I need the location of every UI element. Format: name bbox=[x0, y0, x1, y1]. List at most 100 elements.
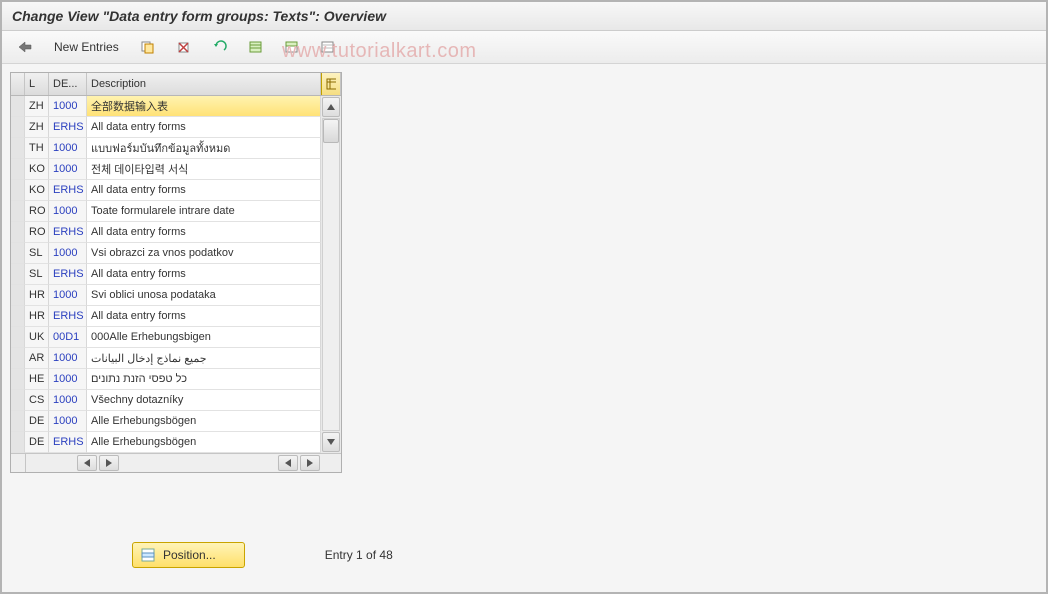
table-row[interactable]: UK00D1000Alle Erhebungsbigen bbox=[11, 327, 321, 348]
row-selector[interactable] bbox=[11, 327, 25, 348]
scroll-left-end-button[interactable] bbox=[278, 455, 298, 471]
cell-de: 1000 bbox=[49, 285, 87, 306]
table-row[interactable]: ROERHSAll data entry forms bbox=[11, 222, 321, 243]
scroll-up-button[interactable] bbox=[322, 97, 340, 117]
position-label: Position... bbox=[163, 548, 216, 562]
row-selector[interactable] bbox=[11, 411, 25, 432]
row-selector[interactable] bbox=[11, 96, 25, 117]
toggle-button[interactable] bbox=[10, 35, 40, 59]
row-selector[interactable] bbox=[11, 180, 25, 201]
cell-description[interactable]: Alle Erhebungsbögen bbox=[87, 432, 321, 453]
table-row[interactable]: ZH1000全部数据输入表 bbox=[11, 96, 321, 117]
col-language[interactable]: L bbox=[25, 73, 49, 95]
entry-counter: Entry 1 of 48 bbox=[325, 548, 393, 562]
cell-description[interactable]: 000Alle Erhebungsbigen bbox=[87, 327, 321, 348]
cell-de: 1000 bbox=[49, 243, 87, 264]
cell-language: SL bbox=[25, 264, 49, 285]
cell-description[interactable]: Vsi obrazci za vnos podatkov bbox=[87, 243, 321, 264]
table-row[interactable]: AR1000جميع نماذج إدخال البيانات bbox=[11, 348, 321, 369]
cell-description[interactable]: All data entry forms bbox=[87, 306, 321, 327]
undo-button[interactable] bbox=[205, 35, 235, 59]
table-row[interactable]: DEERHSAlle Erhebungsbögen bbox=[11, 432, 321, 453]
scroll-right-end-button[interactable] bbox=[300, 455, 320, 471]
cell-description[interactable]: All data entry forms bbox=[87, 180, 321, 201]
table-row[interactable]: ZHERHSAll data entry forms bbox=[11, 117, 321, 138]
cell-description[interactable]: Všechny dotazníky bbox=[87, 390, 321, 411]
cell-language: SL bbox=[25, 243, 49, 264]
table-header-row: L DE... Description bbox=[11, 73, 341, 96]
cell-de: 00D1 bbox=[49, 327, 87, 348]
row-selector[interactable] bbox=[11, 201, 25, 222]
row-selector[interactable] bbox=[11, 306, 25, 327]
cell-de: ERHS bbox=[49, 117, 87, 138]
cell-de: 1000 bbox=[49, 138, 87, 159]
horizontal-scrollbar[interactable] bbox=[11, 453, 341, 472]
copy-as-button[interactable] bbox=[133, 35, 163, 59]
table-row[interactable]: SL1000Vsi obrazci za vnos podatkov bbox=[11, 243, 321, 264]
new-entries-button[interactable]: New Entries bbox=[46, 36, 127, 58]
col-de[interactable]: DE... bbox=[49, 73, 87, 95]
cell-language: RO bbox=[25, 222, 49, 243]
col-select[interactable] bbox=[11, 73, 25, 95]
row-selector[interactable] bbox=[11, 117, 25, 138]
cell-description[interactable]: Alle Erhebungsbögen bbox=[87, 411, 321, 432]
table-row[interactable]: HR1000Svi oblici unosa podataka bbox=[11, 285, 321, 306]
table-row[interactable]: TH1000แบบฟอร์มบันทึกข้อมูลทั้งหมด bbox=[11, 138, 321, 159]
scroll-thumb[interactable] bbox=[323, 119, 339, 143]
row-selector[interactable] bbox=[11, 264, 25, 285]
table-row[interactable]: RO1000Toate formularele intrare date bbox=[11, 201, 321, 222]
row-selector[interactable] bbox=[11, 348, 25, 369]
delete-button[interactable] bbox=[169, 35, 199, 59]
row-selector[interactable] bbox=[11, 285, 25, 306]
table-row[interactable]: KO1000전체 데이타입력 서식 bbox=[11, 159, 321, 180]
row-selector[interactable] bbox=[11, 138, 25, 159]
scroll-right-button[interactable] bbox=[99, 455, 119, 471]
deselect-all-button[interactable] bbox=[313, 35, 343, 59]
cell-description[interactable]: 全部数据输入表 bbox=[87, 96, 321, 117]
cell-de: 1000 bbox=[49, 159, 87, 180]
cell-de: ERHS bbox=[49, 180, 87, 201]
app-window: Change View "Data entry form groups: Tex… bbox=[0, 0, 1048, 594]
cell-description[interactable]: 전체 데이타입력 서식 bbox=[87, 159, 321, 180]
vertical-scrollbar[interactable] bbox=[321, 96, 341, 453]
select-all-button[interactable] bbox=[241, 35, 271, 59]
row-selector[interactable] bbox=[11, 159, 25, 180]
cell-de: 1000 bbox=[49, 96, 87, 117]
page-title: Change View "Data entry form groups: Tex… bbox=[2, 2, 1046, 31]
position-button[interactable]: Position... bbox=[132, 542, 245, 568]
cell-language: RO bbox=[25, 201, 49, 222]
cell-description[interactable]: All data entry forms bbox=[87, 222, 321, 243]
cell-description[interactable]: แบบฟอร์มบันทึกข้อมูลทั้งหมด bbox=[87, 138, 321, 159]
table-row[interactable]: KOERHSAll data entry forms bbox=[11, 180, 321, 201]
scroll-track[interactable] bbox=[322, 118, 340, 431]
table-row[interactable]: SLERHSAll data entry forms bbox=[11, 264, 321, 285]
col-description[interactable]: Description bbox=[87, 73, 321, 95]
row-selector[interactable] bbox=[11, 369, 25, 390]
cell-description[interactable]: Toate formularele intrare date bbox=[87, 201, 321, 222]
cell-description[interactable]: جميع نماذج إدخال البيانات bbox=[87, 348, 321, 369]
cell-description[interactable]: All data entry forms bbox=[87, 264, 321, 285]
cell-description[interactable]: כל טפסי הזנת נתונים bbox=[87, 369, 321, 390]
row-selector[interactable] bbox=[11, 432, 25, 453]
select-block-button[interactable] bbox=[277, 35, 307, 59]
cell-description[interactable]: Svi oblici unosa podataka bbox=[87, 285, 321, 306]
scroll-left-button[interactable] bbox=[77, 455, 97, 471]
table-row[interactable]: DE1000Alle Erhebungsbögen bbox=[11, 411, 321, 432]
table-row[interactable]: HE1000כל טפסי הזנת נתונים bbox=[11, 369, 321, 390]
cell-de: 1000 bbox=[49, 369, 87, 390]
table-row[interactable]: CS1000Všechny dotazníky bbox=[11, 390, 321, 411]
table-settings-button[interactable] bbox=[321, 73, 341, 95]
cell-language: TH bbox=[25, 138, 49, 159]
cell-language: DE bbox=[25, 411, 49, 432]
row-selector[interactable] bbox=[11, 243, 25, 264]
cell-de: 1000 bbox=[49, 201, 87, 222]
table-row[interactable]: HRERHSAll data entry forms bbox=[11, 306, 321, 327]
row-selector[interactable] bbox=[11, 222, 25, 243]
cell-language: KO bbox=[25, 159, 49, 180]
cell-language: KO bbox=[25, 180, 49, 201]
scroll-down-button[interactable] bbox=[322, 432, 340, 452]
cell-description[interactable]: All data entry forms bbox=[87, 117, 321, 138]
cell-de: ERHS bbox=[49, 432, 87, 453]
row-selector[interactable] bbox=[11, 390, 25, 411]
cell-language: HR bbox=[25, 306, 49, 327]
